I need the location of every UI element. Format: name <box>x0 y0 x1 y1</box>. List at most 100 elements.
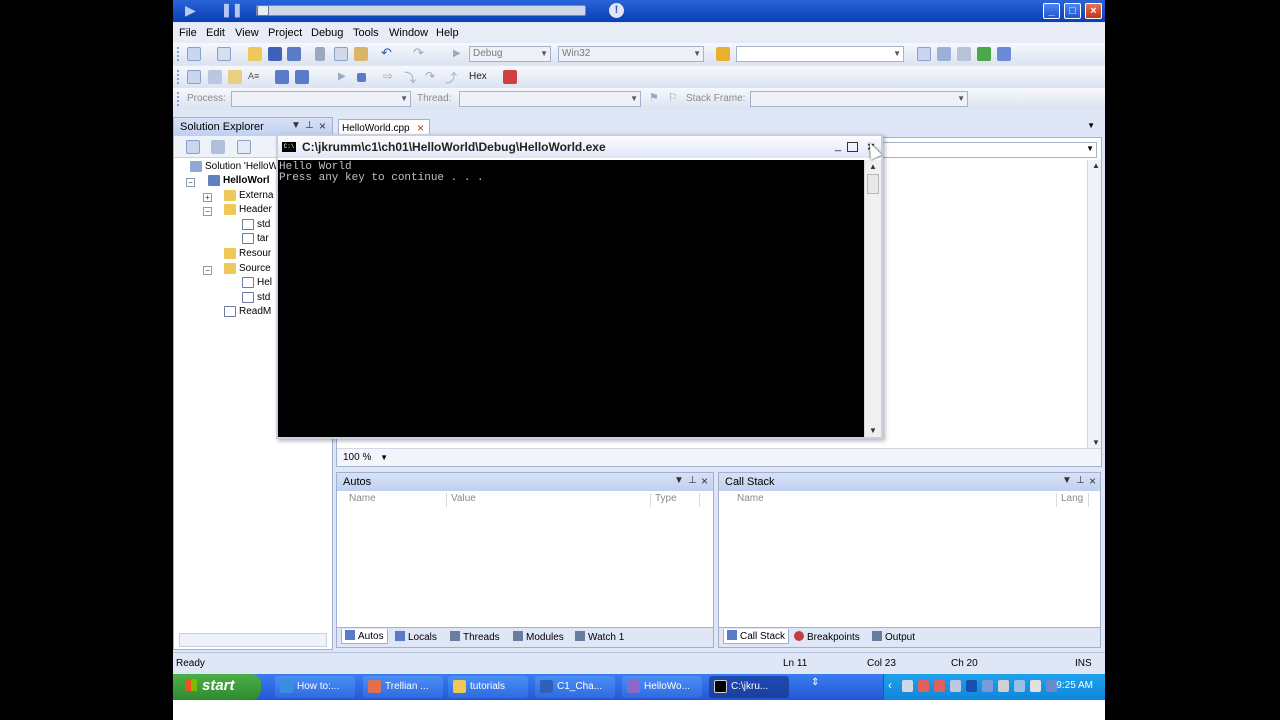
menu-edit[interactable]: Edit <box>206 27 225 39</box>
menu-tools[interactable]: Tools <box>353 27 379 39</box>
step-out-icon[interactable]: ⤴ <box>445 69 459 85</box>
play-icon[interactable]: ▶ <box>185 2 203 19</box>
taskbar-item[interactable]: C1_Cha... <box>535 676 615 698</box>
tab-call-stack[interactable]: Call Stack <box>723 629 790 644</box>
process-select[interactable]: ▼ <box>231 91 411 107</box>
solution-explorer-icon[interactable] <box>917 47 931 61</box>
redo-icon[interactable]: ↷ <box>413 45 427 60</box>
show-hidden-icons[interactable]: ‹ <box>888 678 899 692</box>
breakpoint-window-icon[interactable] <box>187 70 201 84</box>
font-icon[interactable]: A≡ <box>248 71 262 85</box>
hex-toggle[interactable]: Hex <box>469 71 487 82</box>
breakpoints-icon[interactable] <box>503 70 517 84</box>
taskbar-grip-icon[interactable]: ⇕ <box>811 677 819 688</box>
zoom-select[interactable]: 100 % ▼ <box>343 452 388 463</box>
network-icon[interactable] <box>902 680 913 692</box>
tab-breakpoints[interactable]: Breakpoints <box>794 631 860 643</box>
close-icon[interactable]: × <box>1089 474 1096 488</box>
column-header-type[interactable]: Type <box>655 493 700 507</box>
tab-watch-1[interactable]: Watch 1 <box>575 631 624 643</box>
console-scrollbar[interactable]: ▲ ▼ <box>864 160 881 437</box>
expand-icon[interactable]: + <box>203 193 212 202</box>
menu-view[interactable]: View <box>235 27 259 39</box>
seek-slider[interactable] <box>256 5 586 16</box>
maximize-button[interactable]: □ <box>1064 3 1081 19</box>
update-icon[interactable] <box>982 680 993 692</box>
menu-help[interactable]: Help <box>436 27 459 39</box>
new-project-icon[interactable] <box>187 47 201 61</box>
platform-select[interactable]: Win32 ▼ <box>558 46 704 62</box>
configuration-select[interactable]: Debug ▼ <box>469 46 551 62</box>
column-header-name[interactable]: Name <box>737 493 1057 507</box>
minimize-button[interactable]: _ <box>1043 3 1060 19</box>
properties-icon[interactable] <box>937 47 951 61</box>
show-next-statement-icon[interactable]: ⇨ <box>383 69 397 83</box>
pin-icon[interactable]: ⊥ <box>688 475 697 486</box>
console-minimize-button[interactable]: _ <box>831 140 845 154</box>
tab-locals[interactable]: Locals <box>395 631 437 643</box>
seek-thumb[interactable] <box>257 5 269 16</box>
toolbar-grip[interactable] <box>177 47 180 61</box>
pin-icon[interactable]: ⊥ <box>305 120 314 131</box>
tab-threads[interactable]: Threads <box>450 631 500 643</box>
indent-icon[interactable] <box>208 70 222 84</box>
wifi-icon[interactable] <box>1014 680 1025 692</box>
close-icon[interactable]: × <box>701 474 708 488</box>
column-header-name[interactable]: Name <box>349 493 447 507</box>
clock[interactable]: 9:25 AM <box>1056 680 1093 691</box>
pause-icon[interactable]: ❚❚ <box>221 2 243 19</box>
tree-item-solution[interactable]: Solution 'HelloW <box>190 161 288 175</box>
tab-modules[interactable]: Modules <box>513 631 564 643</box>
close-icon[interactable]: × <box>417 121 424 135</box>
copy-icon[interactable] <box>334 47 348 61</box>
toggle-bookmark-icon[interactable] <box>228 70 242 84</box>
toolbar-grip[interactable] <box>177 70 180 84</box>
step-over-icon[interactable]: ↷ <box>425 69 439 83</box>
tab-autos[interactable]: Autos <box>341 629 388 644</box>
taskbar-item-active[interactable]: C:\jkru... <box>709 676 789 698</box>
scroll-thumb[interactable] <box>867 174 879 194</box>
stack-frame-select[interactable]: ▼ <box>750 91 968 107</box>
scroll-up-icon[interactable]: ▲ <box>1092 161 1100 170</box>
taskbar-item[interactable]: Trellian ... <box>363 676 443 698</box>
toolbar-grip[interactable] <box>177 92 180 106</box>
info-icon[interactable]: ! <box>609 3 624 18</box>
start-button[interactable]: start <box>173 674 261 700</box>
open-folder-icon[interactable] <box>248 47 262 61</box>
start-page-icon[interactable] <box>977 47 991 61</box>
chevron-down-icon[interactable]: ▼ <box>1062 475 1072 486</box>
stop-debugging-icon[interactable] <box>357 73 366 82</box>
antivirus-icon[interactable] <box>918 680 929 692</box>
collapse-icon[interactable]: − <box>186 178 195 187</box>
find-input[interactable]: ▼ <box>736 46 904 62</box>
save-icon[interactable] <box>268 47 282 61</box>
console-title-bar[interactable]: C:\ C:\jkrumm\c1\ch01\HelloWorld\Debug\H… <box>278 136 881 158</box>
flag-icon[interactable]: ⚐ <box>668 91 682 105</box>
add-item-icon[interactable] <box>217 47 231 61</box>
taskbar-item[interactable]: tutorials <box>448 676 528 698</box>
collapse-icon[interactable]: − <box>203 207 212 216</box>
member-dropdown[interactable]: ▼ <box>877 142 1097 158</box>
bluetooth-icon[interactable] <box>966 680 977 692</box>
cut-icon[interactable] <box>315 47 325 61</box>
scroll-down-icon[interactable]: ▼ <box>869 426 877 435</box>
undo-icon[interactable]: ↶ <box>381 45 395 60</box>
scroll-down-icon[interactable]: ▼ <box>1092 438 1100 447</box>
save-all-icon[interactable] <box>287 47 301 61</box>
scroll-up-icon[interactable]: ▲ <box>869 162 877 171</box>
chevron-down-icon[interactable]: ▼ <box>1087 121 1095 130</box>
menu-debug[interactable]: Debug <box>311 27 343 39</box>
uncomment-icon[interactable] <box>295 70 309 84</box>
console-output[interactable]: Hello World Press any key to continue . .… <box>278 160 864 437</box>
taskbar-item[interactable]: HelloWo... <box>622 676 702 698</box>
close-icon[interactable]: × <box>319 119 326 133</box>
properties-icon[interactable] <box>186 140 200 154</box>
find-in-files-icon[interactable] <box>716 47 730 61</box>
menu-project[interactable]: Project <box>268 27 302 39</box>
comment-icon[interactable] <box>275 70 289 84</box>
close-button[interactable]: × <box>1085 3 1102 19</box>
menu-file[interactable]: File <box>179 27 197 39</box>
alert-icon[interactable] <box>934 680 945 692</box>
class-view-icon[interactable] <box>997 47 1011 61</box>
display-icon[interactable] <box>950 680 961 692</box>
